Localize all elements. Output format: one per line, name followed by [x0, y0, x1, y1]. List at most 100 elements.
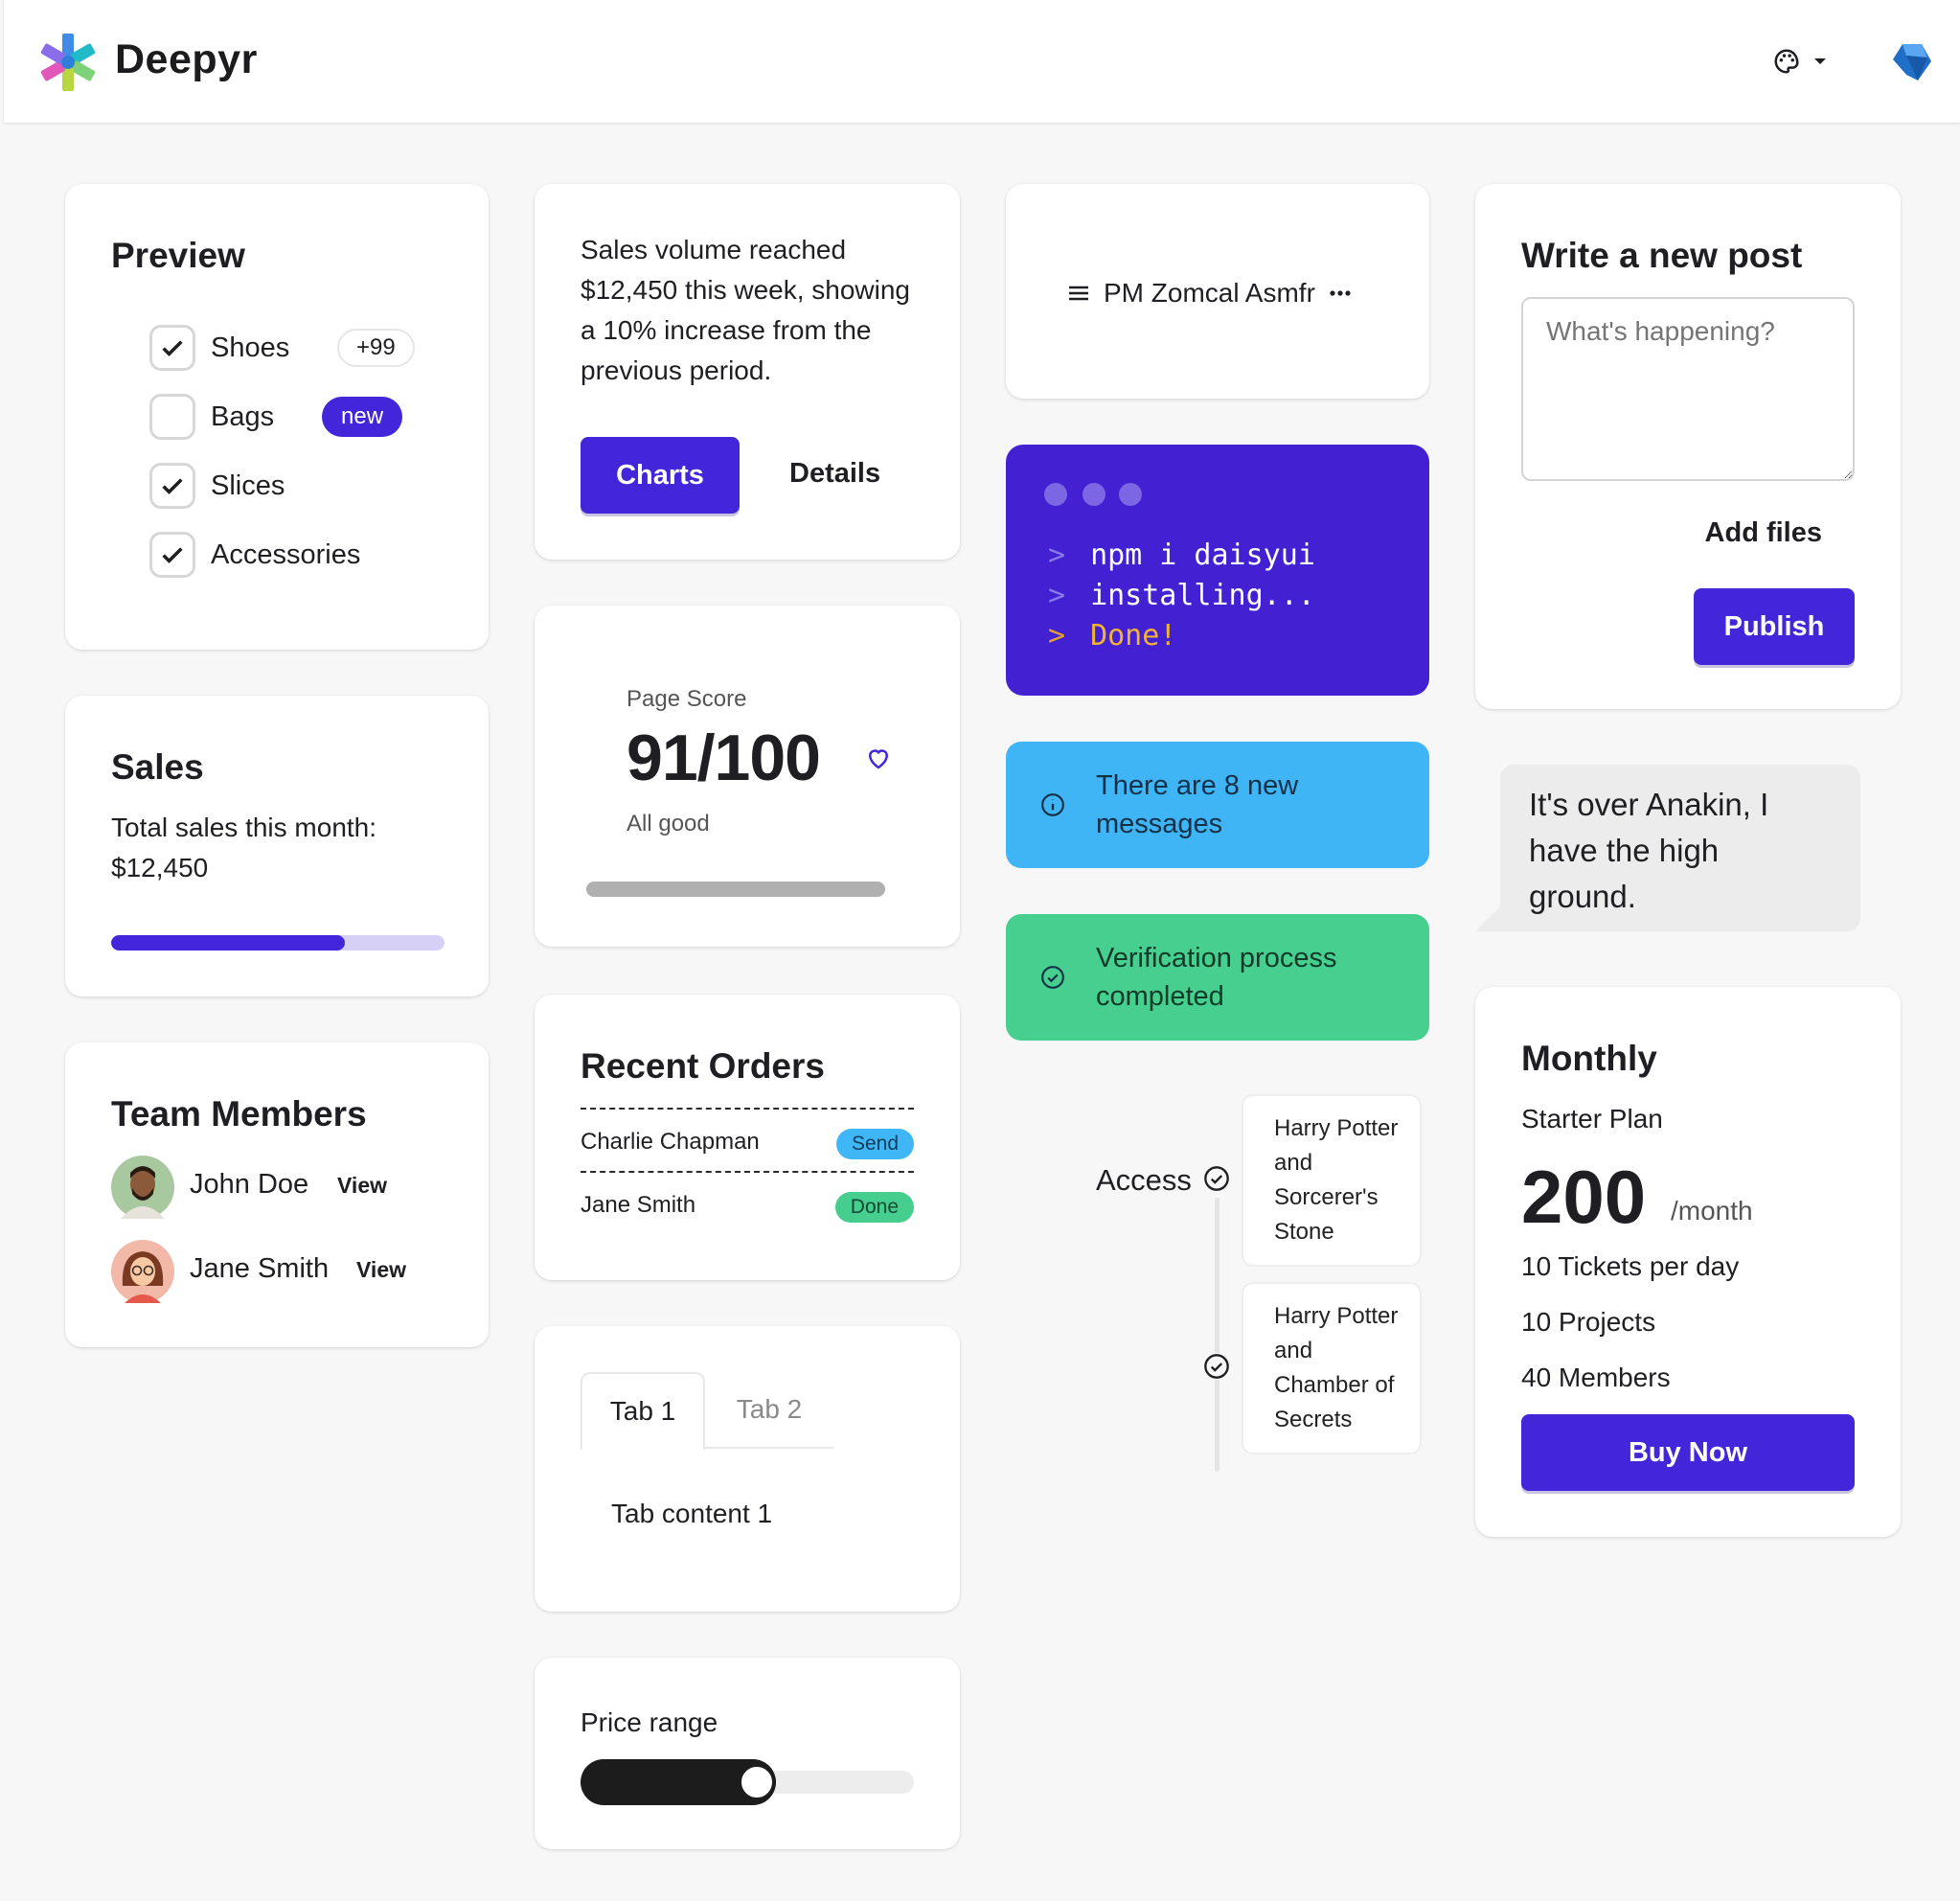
status-badge: Send: [835, 1129, 914, 1159]
check-circle-icon: [1041, 966, 1064, 989]
orders-title: Recent Orders: [581, 1046, 825, 1086]
bags-checkbox[interactable]: [149, 394, 195, 440]
avatar: [111, 1156, 174, 1219]
sales-progress-fill: [111, 935, 345, 950]
slices-checkbox[interactable]: [149, 463, 195, 509]
timeline-item: Harry Potter and Sorcerer's Stone: [1242, 1094, 1422, 1267]
check-circle-icon: [1203, 1353, 1230, 1380]
view-member-button[interactable]: View: [337, 1173, 387, 1199]
window-dot: [1044, 483, 1067, 506]
slider-thumb[interactable]: [738, 1763, 776, 1801]
plan-feature: 10 Tickets per day: [1521, 1251, 1740, 1281]
menu-icon: [1069, 286, 1088, 301]
post-title: Write a new post: [1521, 236, 1803, 275]
more-icon[interactable]: [1329, 289, 1352, 297]
score-progress: [586, 882, 885, 897]
chat-message: It's over Anakin, I have the high ground…: [1529, 787, 1769, 914]
member-name: Jane Smith: [190, 1253, 330, 1284]
chat-bubble-tail: [1475, 906, 1500, 931]
diamond-icon[interactable]: [1889, 40, 1933, 84]
check-icon: [162, 547, 183, 563]
chevron-down-icon: [1814, 58, 1826, 64]
preview-item-slices: Slices: [149, 462, 285, 510]
post-textarea[interactable]: [1521, 297, 1855, 481]
tabs-card: Tab 1 Tab 2 Tab content 1: [535, 1326, 960, 1612]
timeline-label: Access: [1096, 1163, 1192, 1197]
terminal-prompt: >: [1048, 579, 1066, 612]
plan-feature: 40 Members: [1521, 1363, 1671, 1392]
score-status: All good: [627, 811, 710, 836]
tab-content: Tab content 1: [611, 1499, 773, 1528]
shoes-checkbox[interactable]: [149, 325, 195, 371]
sales-card: Sales Total sales this month: $12,450: [65, 696, 489, 996]
brand-name[interactable]: Deepyr: [115, 36, 258, 83]
check-icon: [162, 340, 183, 356]
window-dot: [1119, 483, 1142, 506]
team-card: Team Members John Doe View Jane Smith Vi…: [65, 1042, 489, 1347]
status-badge: Done: [834, 1192, 914, 1223]
order-row: Charlie Chapman Send: [581, 1123, 914, 1165]
view-member-button[interactable]: View: [356, 1257, 406, 1283]
logo-icon: [40, 34, 96, 91]
accessories-checkbox[interactable]: [149, 532, 195, 578]
plan-period: /month: [1671, 1196, 1753, 1225]
heart-icon[interactable]: [864, 744, 893, 772]
preview-item-bags: Bags new: [149, 393, 403, 441]
add-files-button[interactable]: Add files: [1705, 517, 1822, 549]
publish-button[interactable]: Publish: [1694, 588, 1855, 665]
plan-name: Starter Plan: [1521, 1104, 1663, 1134]
new-badge: new: [322, 397, 403, 437]
divider: [581, 1171, 914, 1173]
charts-button[interactable]: Charts: [581, 437, 740, 514]
terminal-mockup: > npm i daisyui > installing... > Done!: [1006, 445, 1429, 696]
navbar: Deepyr: [4, 0, 1960, 123]
check-circle-icon: [1204, 1166, 1229, 1191]
price-range-label: Price range: [581, 1707, 718, 1737]
preview-title: Preview: [111, 236, 245, 275]
info-alert-text: There are 8 new messages: [1096, 770, 1299, 839]
terminal-text: installing...: [1090, 579, 1315, 612]
sales-progress: [111, 935, 444, 950]
menu-item[interactable]: PM Zomcal Asmfr: [1067, 276, 1352, 310]
score-label: Page Score: [627, 686, 747, 712]
pricing-card: Monthly Starter Plan 200 /month 10 Ticke…: [1475, 987, 1901, 1537]
preview-item-label: Accessories: [211, 538, 361, 570]
menu-card: PM Zomcal Asmfr: [1006, 184, 1429, 399]
terminal-line: > npm i daisyui: [1048, 538, 1315, 572]
terminal-prompt: >: [1048, 619, 1066, 653]
preview-item-label: Slices: [211, 470, 285, 501]
sales-description: Total sales this month:: [111, 813, 377, 842]
sales-amount: $12,450: [111, 853, 209, 882]
price-range-slider[interactable]: [581, 1759, 914, 1805]
order-customer: Jane Smith: [581, 1192, 696, 1218]
count-badge: +99: [337, 329, 415, 367]
check-icon: [162, 478, 183, 494]
tab-1[interactable]: Tab 1: [581, 1372, 705, 1451]
tab-2[interactable]: Tab 2: [705, 1372, 833, 1449]
recent-orders-card: Recent Orders Charlie Chapman Send Jane …: [535, 995, 960, 1280]
pricing-title: Monthly: [1521, 1039, 1657, 1078]
info-icon: [1041, 793, 1064, 816]
avatar: [111, 1240, 174, 1303]
price-range-card: Price range: [535, 1658, 960, 1849]
sales-title: Sales: [111, 747, 204, 787]
order-row: Jane Smith Done: [581, 1186, 914, 1228]
details-button[interactable]: Details: [789, 458, 880, 490]
divider: [581, 1108, 914, 1110]
plan-price: 200: [1521, 1155, 1647, 1239]
menu-item-label: PM Zomcal Asmfr: [1104, 278, 1315, 308]
palette-icon: [1774, 49, 1799, 74]
success-alert-text: Verification process completed: [1096, 943, 1337, 1012]
terminal-text: npm i daisyui: [1090, 538, 1315, 572]
team-title: Team Members: [111, 1094, 367, 1134]
theme-switcher-button[interactable]: [1772, 44, 1839, 79]
tab-list: Tab 1 Tab 2: [581, 1372, 833, 1451]
score-value: 91/100: [627, 721, 821, 794]
preview-item-label: Shoes: [211, 332, 290, 363]
window-dot: [1083, 483, 1105, 506]
terminal-prompt: >: [1048, 538, 1066, 572]
plan-feature: 10 Projects: [1521, 1307, 1656, 1337]
buy-now-button[interactable]: Buy Now: [1521, 1414, 1855, 1491]
team-member-row: Jane Smith View: [111, 1240, 456, 1303]
terminal-line: > installing...: [1048, 579, 1315, 612]
